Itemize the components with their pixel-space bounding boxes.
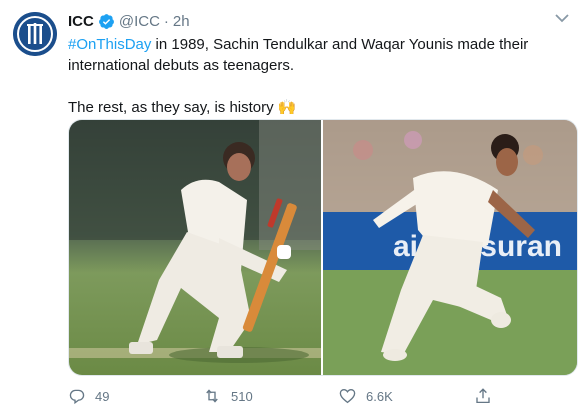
tweet-text-line-2: The rest, as they say, is history 🙌 (68, 99, 297, 116)
avatar[interactable] (13, 12, 57, 56)
author-name[interactable]: ICC (68, 13, 94, 30)
tweet-text: #OnThisDay in 1989, Sachin Tendulkar and… (68, 34, 573, 118)
separator-dot: · (163, 12, 169, 30)
batsman-photo[interactable] (69, 120, 321, 375)
batsman-image (69, 120, 321, 375)
hashtag-link[interactable]: #OnThisDay (68, 36, 151, 53)
chevron-down-icon (555, 14, 569, 23)
heart-icon (339, 389, 356, 404)
icc-logo-icon (13, 12, 57, 56)
tweet-actions: 49 510 6.6K (68, 386, 573, 406)
reply-button[interactable]: 49 (68, 386, 109, 406)
retweet-icon (206, 389, 218, 403)
tweet[interactable]: ICC @ICC · 2h #OnThisDay in 1989, Sachin… (0, 0, 585, 409)
like-count: 6.6K (366, 388, 393, 404)
share-icon (476, 388, 490, 404)
tweet-text-line-1: #OnThisDay in 1989, Sachin Tendulkar and… (68, 34, 573, 76)
tweet-header: ICC @ICC · 2h (68, 11, 190, 31)
like-button[interactable]: 6.6K (338, 386, 393, 406)
more-options-button[interactable] (551, 10, 573, 26)
author-handle[interactable]: @ICC (119, 13, 160, 30)
tweet-media[interactable]: aic Assuran (68, 119, 578, 376)
bowler-photo[interactable]: aic Assuran (323, 120, 577, 375)
tweet-timestamp[interactable]: 2h (173, 13, 190, 30)
retweet-count: 510 (231, 388, 253, 404)
verified-badge-icon (98, 13, 114, 29)
bowler-image: aic Assuran (323, 120, 577, 375)
retweet-button[interactable]: 510 (202, 386, 253, 406)
reply-icon (69, 389, 85, 405)
share-button[interactable] (474, 386, 501, 406)
reply-count: 49 (95, 388, 110, 404)
